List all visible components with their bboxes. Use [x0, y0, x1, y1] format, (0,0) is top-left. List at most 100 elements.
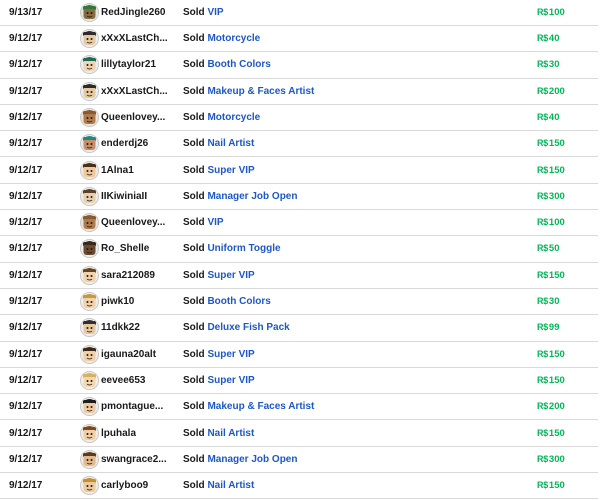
user-avatar-icon[interactable] — [80, 397, 99, 417]
buyer-username[interactable]: igauna20alt — [101, 342, 156, 367]
sale-description: Sold Makeup & Faces Artist — [183, 394, 314, 419]
buyer-username[interactable]: Ro_Shelle — [101, 236, 149, 261]
sold-item-link[interactable]: Nail Artist — [207, 428, 254, 439]
robux-icon: R$ — [537, 453, 548, 464]
sale-amount: 40 — [548, 111, 560, 123]
sale-amount: 30 — [548, 59, 560, 71]
buyer-username[interactable]: xXxXLastCh... — [101, 79, 168, 104]
user-avatar-icon[interactable] — [80, 318, 99, 338]
user-avatar-icon[interactable] — [80, 134, 99, 154]
user-avatar-icon[interactable] — [80, 81, 99, 101]
buyer-username[interactable]: 1Alna1 — [101, 158, 134, 183]
user-avatar-icon[interactable] — [80, 160, 99, 180]
user-avatar-icon[interactable] — [80, 2, 99, 22]
sale-amount: 150 — [548, 269, 565, 281]
sale-amount: 30 — [548, 296, 560, 307]
sale-description: Sold Booth Colors — [183, 52, 271, 77]
user-avatar-icon[interactable] — [80, 239, 99, 259]
user-avatar-icon[interactable] — [80, 370, 99, 390]
sale-amount: 40 — [548, 33, 560, 44]
sale-action: Sold — [183, 6, 205, 18]
sold-item-link[interactable]: Super VIP — [207, 165, 254, 176]
user-avatar-icon[interactable] — [80, 29, 99, 48]
sale-date: 9/12/17 — [9, 190, 43, 202]
user-avatar-icon[interactable] — [80, 423, 99, 443]
sold-item-link[interactable]: Nail Artist — [207, 138, 254, 149]
buyer-username[interactable]: RedJingle260 — [101, 0, 165, 25]
buyer-username[interactable]: 11dkk22 — [101, 315, 140, 340]
sale-description: Sold Nail Artist — [183, 473, 254, 498]
buyer-username[interactable]: Queenlovey... — [101, 105, 165, 130]
sale-row: 9/12/17 Ro_Shelle Sold Uniform Toggle R$50 — [0, 236, 598, 263]
robux-icon: R$ — [537, 322, 548, 333]
sale-date: 9/12/17 — [9, 85, 43, 97]
sale-date: 9/13/17 — [9, 6, 43, 18]
user-avatar-icon[interactable] — [80, 186, 99, 206]
buyer-username[interactable]: xXxXLastCh... — [101, 26, 168, 51]
buyer-username[interactable]: Queenlovey... — [101, 210, 165, 235]
sale-row: 9/12/17 igauna20alt Sold Super VIP R$150 — [0, 342, 598, 368]
sale-amount: 150 — [548, 427, 565, 439]
robux-icon: R$ — [537, 111, 548, 122]
buyer-username[interactable]: lpuhala — [101, 421, 136, 446]
sale-date: 9/12/17 — [9, 480, 43, 492]
sale-description: Sold Deluxe Fish Pack — [183, 315, 290, 340]
sold-item-link[interactable]: Super VIP — [207, 349, 254, 360]
sold-item-link[interactable]: Uniform Toggle — [207, 243, 280, 254]
sale-price: R$150 — [537, 158, 565, 183]
buyer-username[interactable]: IIKiwiniaII — [101, 184, 147, 209]
sale-amount: 99 — [548, 322, 560, 334]
sold-item-link[interactable]: VIP — [207, 7, 223, 18]
sale-description: Sold Booth Colors — [183, 289, 271, 314]
sale-date: 9/12/17 — [9, 427, 43, 439]
buyer-username[interactable]: carlyboo9 — [101, 473, 148, 498]
sale-row: 9/13/17 RedJingle260 Sold VIP R$100 — [0, 0, 598, 26]
user-avatar-icon[interactable] — [80, 344, 99, 364]
sold-item-link[interactable]: Super VIP — [207, 375, 254, 386]
buyer-username[interactable]: enderdj26 — [101, 131, 148, 156]
sale-action: Sold — [183, 33, 205, 44]
buyer-username[interactable]: piwk10 — [101, 289, 134, 314]
sales-table: 9/13/17 RedJingle260 Sold VIP R$100 9/12/17 x… — [0, 0, 603, 500]
sale-price: R$200 — [537, 394, 565, 419]
sale-action: Sold — [183, 269, 205, 281]
buyer-username[interactable]: swangrace2... — [101, 447, 167, 472]
sold-item-link[interactable]: Booth Colors — [207, 59, 270, 70]
sale-description: Sold Motorcycle — [183, 105, 260, 130]
user-avatar-icon[interactable] — [80, 449, 99, 469]
sale-price: R$150 — [537, 473, 565, 498]
buyer-username[interactable]: sara212089 — [101, 263, 155, 288]
sold-item-link[interactable]: Booth Colors — [207, 296, 270, 307]
sale-price: R$300 — [537, 447, 565, 472]
sale-date: 9/12/17 — [9, 269, 43, 281]
sold-item-link[interactable]: Deluxe Fish Pack — [207, 322, 289, 333]
sale-price: R$40 — [537, 26, 559, 51]
sale-row: 9/12/17 swangrace2... Sold Manager Job Ope… — [0, 447, 598, 474]
user-avatar-icon[interactable] — [80, 107, 99, 127]
user-avatar-icon[interactable] — [80, 292, 99, 311]
sold-item-link[interactable]: VIP — [207, 217, 223, 228]
user-avatar-icon[interactable] — [80, 55, 99, 75]
sold-item-link[interactable]: Makeup & Faces Artist — [207, 401, 314, 412]
sale-row: 9/12/17 xXxXLastCh... Sold Motorcycle R$40 — [0, 26, 598, 53]
sale-date: 9/12/17 — [9, 453, 43, 465]
sale-action: Sold — [183, 243, 205, 255]
sale-action: Sold — [183, 217, 205, 229]
sold-item-link[interactable]: Motorcycle — [207, 33, 260, 44]
sale-price: R$100 — [537, 210, 565, 235]
sold-item-link[interactable]: Manager Job Open — [207, 191, 297, 202]
sale-date: 9/12/17 — [9, 348, 43, 360]
user-avatar-icon[interactable] — [80, 213, 99, 233]
user-avatar-icon[interactable] — [80, 476, 99, 496]
sold-item-link[interactable]: Makeup & Faces Artist — [207, 86, 314, 97]
sold-item-link[interactable]: Manager Job Open — [207, 454, 297, 465]
robux-icon: R$ — [537, 348, 548, 359]
sold-item-link[interactable]: Nail Artist — [207, 480, 254, 491]
sale-price: R$150 — [537, 421, 565, 446]
buyer-username[interactable]: eevee653 — [101, 368, 146, 393]
sold-item-link[interactable]: Motorcycle — [207, 112, 260, 123]
sold-item-link[interactable]: Super VIP — [207, 270, 254, 281]
buyer-username[interactable]: pmontague... — [101, 394, 163, 419]
user-avatar-icon[interactable] — [80, 265, 99, 285]
buyer-username[interactable]: lillytaylor21 — [101, 52, 156, 77]
